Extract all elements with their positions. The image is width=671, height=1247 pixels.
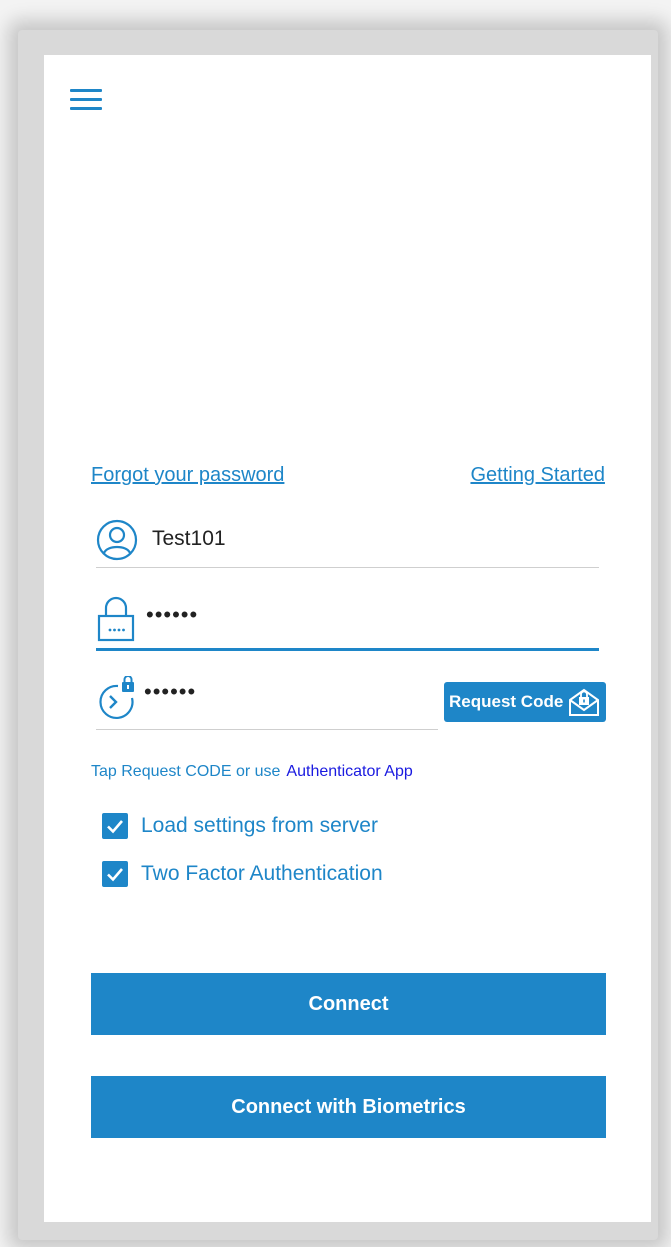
menu-icon[interactable] bbox=[70, 89, 102, 111]
request-code-button[interactable]: Request Code bbox=[444, 682, 606, 722]
password-field[interactable]: •••••• bbox=[96, 592, 599, 651]
username-value: Test101 bbox=[152, 527, 226, 550]
timer-lock-icon bbox=[96, 675, 140, 725]
authenticator-hint: Tap Request CODE or use Authenticator App bbox=[91, 763, 413, 781]
user-icon bbox=[96, 519, 138, 566]
forgot-password-link[interactable]: Forgot your password bbox=[91, 464, 284, 487]
lock-icon bbox=[96, 596, 136, 647]
code-value: •••••• bbox=[144, 679, 197, 704]
connect-biometrics-button[interactable]: Connect with Biometrics bbox=[91, 1076, 606, 1138]
password-value: •••••• bbox=[146, 602, 199, 627]
mail-lock-icon bbox=[567, 687, 601, 717]
code-field[interactable]: •••••• bbox=[96, 675, 438, 730]
load-settings-checkbox[interactable]: Load settings from server bbox=[102, 813, 378, 839]
check-icon[interactable] bbox=[102, 813, 128, 839]
check-icon[interactable] bbox=[102, 861, 128, 887]
getting-started-link[interactable]: Getting Started bbox=[470, 464, 605, 487]
connect-button[interactable]: Connect bbox=[91, 973, 606, 1035]
username-field[interactable]: Test101 bbox=[96, 517, 599, 568]
two-factor-checkbox[interactable]: Two Factor Authentication bbox=[102, 861, 383, 887]
request-code-label: Request Code bbox=[449, 692, 564, 711]
login-screen: Forgot your password Getting Started Tes… bbox=[44, 55, 651, 1222]
authenticator-app-link[interactable]: Authenticator App bbox=[286, 763, 412, 780]
two-factor-label: Two Factor Authentication bbox=[141, 862, 383, 885]
load-settings-label: Load settings from server bbox=[141, 814, 378, 837]
hint-text: Tap Request CODE or use bbox=[91, 763, 281, 780]
